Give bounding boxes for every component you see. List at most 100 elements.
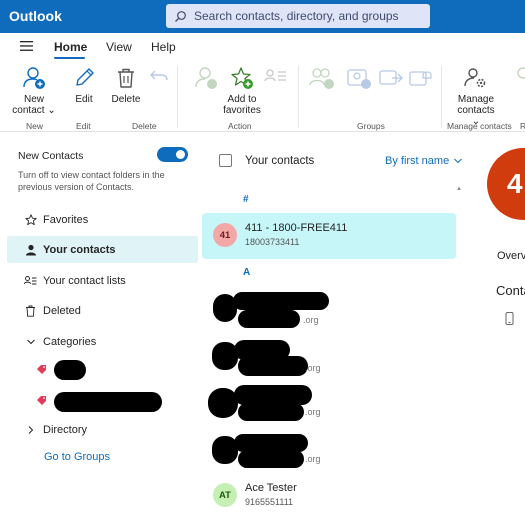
nav-item-favorites[interactable]: Favorites	[7, 206, 198, 233]
redaction-mark	[238, 450, 304, 468]
delete-label: Delete	[111, 94, 141, 105]
nav-label-your-contacts: Your contacts	[43, 243, 116, 256]
search-placeholder: Search contacts, directory, and groups	[194, 9, 399, 23]
go-to-groups-link[interactable]: Go to Groups	[44, 451, 110, 463]
contact-name: 411 - 1800-FREE411	[245, 222, 348, 234]
new-contact-button[interactable]: New contact ⌄	[12, 66, 56, 116]
section-header-a: A	[243, 267, 251, 278]
tag-icon	[37, 365, 46, 374]
group-email-disabled-button[interactable]	[378, 66, 404, 94]
nav-label-directory: Directory	[43, 423, 88, 436]
ribbon: New contact ⌄ Edit Delete Add to favorit…	[0, 60, 525, 132]
new-contacts-toggle[interactable]	[157, 147, 188, 162]
new-contacts-label: New Contacts	[18, 150, 84, 162]
category-item-redacted-1[interactable]	[36, 361, 48, 377]
nav-item-your-contact-lists[interactable]: Your contact lists	[7, 267, 198, 294]
group-add-disabled-button[interactable]	[309, 66, 335, 94]
redaction-mark	[233, 292, 329, 310]
delete-button[interactable]: Delete	[108, 66, 144, 105]
undo-icon	[150, 70, 168, 81]
search-box[interactable]: Search contacts, directory, and groups	[166, 4, 430, 28]
tab-home[interactable]: Home	[54, 40, 87, 54]
nav-item-your-contacts[interactable]: Your contacts	[7, 236, 198, 263]
redaction-mark	[234, 385, 312, 405]
group-notify-icon	[409, 71, 432, 86]
chevron-down-icon	[24, 337, 37, 347]
group-notify-disabled-button[interactable]	[408, 66, 434, 94]
person-icon	[24, 244, 37, 256]
manage-contacts-label-1: Manage	[457, 94, 495, 105]
contact-email-suffix: .org	[303, 315, 319, 325]
tab-overview[interactable]: Overv	[497, 250, 525, 262]
manage-contacts-button[interactable]: Manage contacts ⌄	[452, 66, 500, 127]
edit-label: Edit	[75, 94, 93, 105]
contact-row-redacted-4[interactable]: .org	[202, 430, 456, 476]
select-all-checkbox[interactable]	[219, 154, 232, 167]
tab-help[interactable]: Help	[151, 40, 176, 54]
contact-row-redacted-3[interactable]: .org	[202, 382, 456, 428]
contact-row-redacted-1[interactable]: .org	[202, 288, 456, 334]
app-title[interactable]: Outlook	[9, 8, 62, 24]
contact-email-suffix: .org	[305, 454, 321, 464]
redaction-mark	[54, 392, 162, 412]
contact-row-redacted-2[interactable]: .org	[202, 336, 456, 382]
group-label-edit: Edit	[76, 121, 91, 131]
contact-email-suffix: .org	[305, 407, 321, 417]
sort-dropdown[interactable]: By first name	[385, 155, 449, 167]
group-label-action: Action	[228, 121, 252, 131]
tag-icon	[37, 396, 46, 405]
group-label-new: New	[26, 121, 44, 131]
redaction-mark	[238, 356, 308, 376]
mobile-phone-icon	[505, 312, 514, 325]
list-title: Your contacts	[245, 155, 315, 167]
contact-list: Your contacts By first name # ▲ 41 411 -…	[202, 133, 472, 516]
trash-icon	[24, 305, 37, 317]
group-add-icon	[309, 68, 334, 89]
add-favorites-label-1: Add to	[227, 94, 257, 105]
chevron-right-icon	[24, 425, 37, 435]
scroll-up-arrow[interactable]: ▲	[456, 186, 462, 192]
star-icon	[24, 213, 37, 226]
people-list-icon	[264, 69, 286, 82]
menu-bar: Home View Help	[0, 33, 525, 60]
nav-label-favorites: Favorites	[43, 213, 89, 226]
avatar: 41	[213, 223, 237, 247]
people-list-disabled-button[interactable]	[263, 66, 289, 94]
category-item-redacted-2[interactable]	[36, 392, 48, 408]
group-email-icon	[379, 70, 403, 85]
ribbon-separator	[177, 66, 178, 128]
contact-detail-pane: 4 Overv Conta	[472, 133, 525, 516]
contact-email-suffix: .org	[305, 363, 321, 373]
ribbon-separator	[441, 66, 442, 128]
contact-row-411[interactable]: 41 411 - 1800-FREE411 18003733411	[202, 213, 456, 259]
add-person-disabled-button[interactable]	[193, 66, 219, 94]
nav-label-categories: Categories	[43, 335, 97, 348]
people-settings-icon	[464, 68, 486, 88]
nav-item-directory[interactable]: Directory	[7, 416, 198, 443]
hamburger-menu-icon[interactable]	[20, 41, 33, 51]
nav-item-deleted[interactable]: Deleted	[7, 297, 198, 324]
contact-section-heading: Conta	[496, 283, 525, 298]
redaction-mark	[238, 403, 304, 421]
active-tab-indicator	[54, 57, 85, 59]
group-share-disabled-button[interactable]	[346, 66, 372, 94]
add-person-icon	[195, 67, 217, 89]
group-label-delete: Delete	[132, 121, 157, 131]
edit-button[interactable]: Edit	[70, 66, 98, 105]
people-list-icon	[24, 275, 37, 287]
contact-row-ace-tester[interactable]: AT Ace Tester 9165551111	[202, 473, 456, 516]
redaction-mark	[238, 310, 300, 328]
contact-phone: 18003733411	[245, 237, 300, 247]
ribbon-separator	[298, 66, 299, 128]
tab-view[interactable]: View	[106, 40, 132, 54]
new-contact-label-1: New	[23, 94, 44, 105]
add-person-icon	[517, 67, 525, 79]
ribbon-overflow-button[interactable]	[512, 66, 525, 94]
undo-button[interactable]	[148, 66, 170, 90]
search-icon	[175, 10, 186, 22]
group-share-icon	[347, 69, 371, 89]
nav-item-categories[interactable]: Categories	[7, 328, 198, 355]
add-to-favorites-button[interactable]: Add to favorites	[222, 66, 262, 116]
nav-label-your-contact-lists: Your contact lists	[43, 274, 126, 287]
chevron-down-icon[interactable]	[453, 156, 463, 166]
